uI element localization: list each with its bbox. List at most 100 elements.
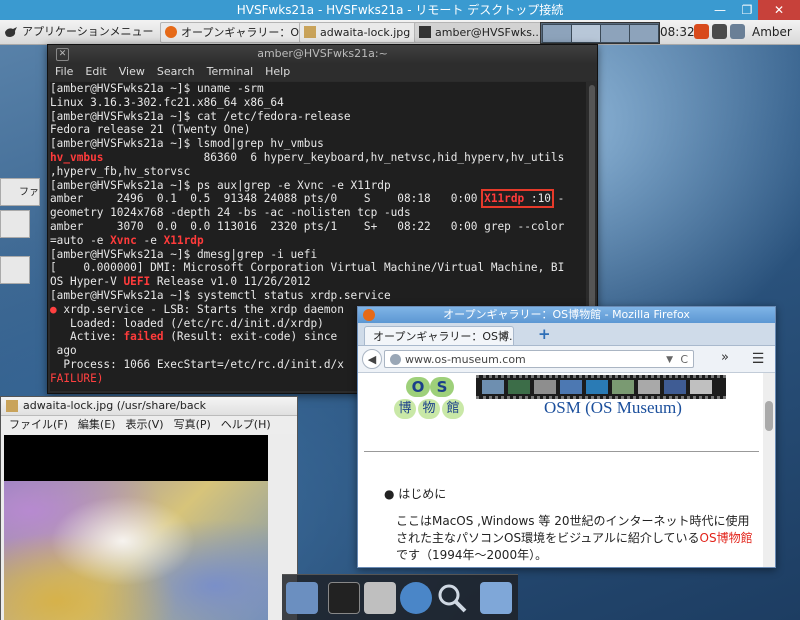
task-firefox[interactable]: オープンギャラリー：OS博... — [160, 22, 318, 43]
workspace-switcher[interactable] — [540, 22, 660, 44]
terminal-text: OS Hyper-V — [50, 275, 124, 289]
firefox-icon — [363, 309, 375, 321]
firefox-title-bar[interactable]: オープンギャラリー：OS博物館 - Mozilla Firefox — [358, 307, 775, 323]
menu-search[interactable]: Search — [157, 65, 195, 78]
match-text: hv_vmbus — [50, 150, 104, 164]
minimize-button[interactable]: — — [707, 0, 733, 20]
web-browser-icon[interactable] — [400, 582, 432, 614]
terminal-line: [amber@HVSFwks21a ~]$ systemctl status x… — [50, 288, 391, 302]
wallpaper-image — [4, 481, 268, 620]
task-terminal-1[interactable]: amber@HVSFwks... — [414, 22, 548, 43]
restore-button[interactable]: ❐ — [734, 0, 760, 20]
terminal-text: - — [550, 192, 565, 206]
page-content[interactable]: O S 博 物 館 OSM (OS Museum) ● はじめに ここはMacO… — [358, 373, 763, 567]
terminal-icon[interactable] — [328, 582, 360, 614]
status-dot-icon: ● — [50, 302, 57, 316]
terminal-text: xrdp.service - LSB: Starts the xrdp daem… — [56, 302, 344, 316]
menu-file[interactable]: ファイル(F) — [9, 418, 68, 431]
osm-logo[interactable]: O S 博 物 館 — [394, 377, 466, 421]
workspace-4[interactable] — [629, 24, 659, 43]
cabinet-icon[interactable] — [364, 582, 396, 614]
user-menu[interactable]: Amber — [752, 22, 792, 42]
search-icon[interactable] — [436, 582, 468, 614]
menu-help[interactable]: ヘルプ(H) — [221, 418, 271, 431]
scrollbar-thumb[interactable] — [765, 401, 773, 431]
menu-view[interactable]: 表示(V) — [125, 418, 163, 431]
folder-icon[interactable] — [480, 582, 512, 614]
terminal-line: hv_vmbus 86360 6 hyperv_keyboard,hv_netv… — [50, 151, 586, 165]
dropdown-icon[interactable]: ▼ — [666, 351, 673, 369]
terminal-text: -e — [136, 233, 164, 247]
terminal-text: amber 2496 0.1 0.5 91348 24088 pts/0 S 0… — [50, 192, 485, 206]
terminal-line: [amber@HVSFwks21a ~]$ dmesg|grep -i uefi — [50, 247, 318, 261]
image-viewer-window[interactable]: adwaita-lock.jpg (/usr/share/back ファイル(F… — [0, 396, 298, 620]
close-button[interactable]: ✕ — [758, 0, 800, 20]
back-button[interactable]: ◀ — [362, 349, 382, 369]
overflow-chevron-icon[interactable]: » — [721, 350, 729, 365]
terminal-line: geometry 1024x768 -depth 24 -bs -ac -nol… — [50, 206, 411, 220]
task-image-viewer[interactable]: adwaita-lock.jpg (/... — [299, 22, 433, 43]
navigation-toolbar: ◀ www.os-museum.com ▼ C » ☰ — [358, 346, 775, 373]
workspace-2[interactable] — [571, 24, 601, 43]
terminal-text: Release v1.0 11/26/2012 — [150, 275, 311, 289]
firefox-icon — [165, 26, 177, 38]
menu-view[interactable]: View — [119, 65, 145, 78]
viewer-menu-bar: ファイル(F) 編集(E) 表示(V) 写真(P) ヘルプ(H) — [1, 416, 297, 434]
terminal-line: amber 3070 0.0 0.0 113016 2320 pts/1 S+ … — [50, 219, 565, 233]
match-text: UEFI — [123, 275, 151, 289]
desktop-icon-files[interactable]: ファ — [0, 178, 40, 206]
viewer-title: adwaita-lock.jpg (/usr/share/back — [23, 399, 207, 412]
page-scrollbar[interactable] — [763, 373, 775, 567]
menu-edit[interactable]: Edit — [85, 65, 106, 78]
tab-os-museum[interactable]: オープンギャラリー：OS博... ✕ — [364, 326, 514, 345]
terminal-line: amber 2496 0.1 0.5 91348 24088 pts/0 S 0… — [50, 189, 586, 209]
logo-kanji: 博 — [394, 399, 416, 419]
tab-close-icon[interactable]: ✕ — [499, 327, 508, 345]
network-icon[interactable] — [730, 24, 745, 39]
desktop-icon[interactable] — [0, 210, 30, 238]
rdp-title-bar: HVSFwks21a - HVSFwks21a - リモート デスクトップ接続 … — [0, 0, 800, 20]
dock — [282, 574, 518, 620]
terminal-text: 86360 6 hyperv_keyboard,hv_netvsc,hid_hy… — [103, 150, 565, 164]
terminal-line: =auto -e Xvnc -e X11rdp — [50, 234, 586, 248]
hamburger-menu-icon[interactable]: ☰ — [748, 349, 768, 369]
os-museum-link[interactable]: OS博物館 — [700, 531, 753, 545]
tab-strip: オープンギャラリー：OS博... ✕ + — [358, 323, 775, 346]
file-manager-icon[interactable] — [286, 582, 318, 614]
terminal-close-icon[interactable]: ✕ — [56, 48, 69, 61]
image-canvas[interactable] — [4, 435, 268, 620]
menu-photo[interactable]: 写真(P) — [174, 418, 211, 431]
workspace-3[interactable] — [600, 24, 630, 43]
menu-edit[interactable]: 編集(E) — [78, 418, 116, 431]
task-label: amber@HVSFwks... — [435, 26, 543, 39]
power-icon[interactable] — [694, 24, 709, 39]
reload-icon[interactable]: C — [680, 351, 688, 369]
mouse-logo-icon — [5, 27, 17, 37]
terminal-text: =auto -e — [50, 233, 111, 247]
viewer-title-bar[interactable]: adwaita-lock.jpg (/usr/share/back — [1, 397, 297, 416]
applications-menu-button[interactable]: アプリケーションメニュー — [4, 22, 153, 42]
workspace-1[interactable] — [542, 24, 572, 43]
logo-kanji: 物 — [418, 399, 440, 419]
desktop-icon[interactable] — [0, 256, 30, 284]
film-strip-banner — [476, 375, 726, 399]
menu-terminal[interactable]: Terminal — [207, 65, 254, 78]
para-text: です（1994年〜2000年）。 — [396, 548, 548, 562]
menu-file[interactable]: File — [55, 65, 73, 78]
para-text: ここはMacOS ,Windows 等 20世紀のインターネット時代に使用された… — [396, 514, 750, 545]
menu-help[interactable]: Help — [265, 65, 290, 78]
url-bar[interactable]: www.os-museum.com ▼ C — [384, 350, 694, 368]
terminal-line: [ 0.000000] DMI: Microsoft Corporation V… — [50, 261, 565, 275]
firefox-window[interactable]: オープンギャラリー：OS博物館 - Mozilla Firefox オープンギャ… — [357, 306, 776, 568]
terminal-title-bar[interactable]: ✕ amber@HVSFwks21a:~ — [48, 45, 597, 63]
remote-desktop: HVSFwks21a - HVSFwks21a - リモート デスクトップ接続 … — [0, 0, 800, 620]
site-name[interactable]: OSM (OS Museum) — [544, 398, 682, 418]
clock[interactable]: 08:32 — [660, 22, 695, 42]
terminal-text: :10 — [524, 192, 551, 206]
match-text: X11rdp — [163, 233, 204, 247]
highlight-box: X11rdp :10 — [481, 189, 554, 209]
new-tab-button[interactable]: + — [538, 325, 551, 343]
terminal-text: Active: — [50, 330, 124, 344]
match-text: Xvnc — [110, 233, 137, 247]
volume-icon[interactable] — [712, 24, 727, 39]
